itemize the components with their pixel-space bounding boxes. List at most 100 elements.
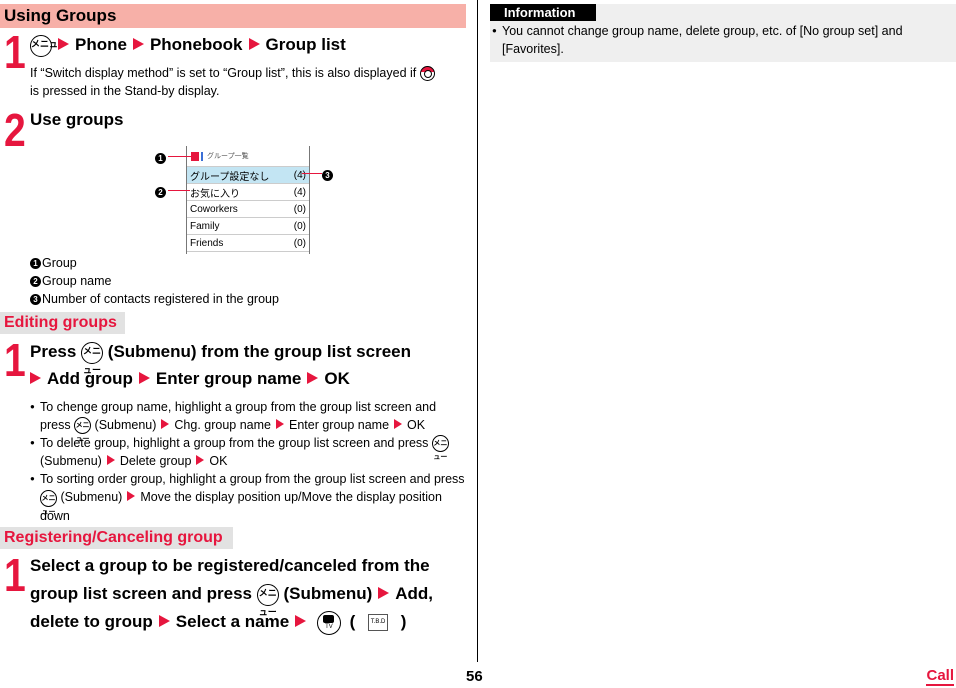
arrow-icon xyxy=(106,455,115,466)
bullet-text: (Submenu) xyxy=(60,490,123,505)
chapter-link-call[interactable]: Call xyxy=(926,668,954,686)
path-item: OK xyxy=(209,454,228,469)
bullet-text: To delete group, highlight a group from … xyxy=(40,436,429,451)
page-number: 56 xyxy=(466,668,483,685)
legend-text: Number of contacts registered in the gro… xyxy=(42,292,279,306)
legend-badge: 1 xyxy=(30,258,41,270)
path-item: Enter group name xyxy=(155,369,302,388)
step-text: Select a group to be registered/canceled… xyxy=(30,556,430,575)
bullet-text: To sorting order group, highlight a grou… xyxy=(40,472,465,487)
group-icon-bar xyxy=(201,151,203,161)
legend-item: 1 Group xyxy=(30,254,279,272)
path-item: Group list xyxy=(265,35,346,54)
arrow-icon xyxy=(161,419,170,429)
group-count: (4) xyxy=(293,186,306,198)
callout-line xyxy=(168,156,192,157)
step-text: delete to group xyxy=(30,612,153,631)
callout-1: 1 xyxy=(155,150,167,168)
step-number: 1 xyxy=(4,549,26,601)
group-list-screenshot: グループ一覧 グループ設定なし (4) お気に入り (4) Coworkers (0) Fa… xyxy=(186,146,310,254)
legend-text: Group name xyxy=(42,274,112,288)
note-text: If “Switch display method” is set to “Gr… xyxy=(30,66,417,80)
bullet-item: To delete group, highlight a group from … xyxy=(30,434,466,470)
step-text: Add, xyxy=(395,584,434,603)
legend-badge: 2 xyxy=(30,276,41,288)
arrow-icon xyxy=(394,419,403,429)
step-title: Use groups xyxy=(30,110,124,129)
paren: ) xyxy=(400,612,407,631)
step-text: Press xyxy=(30,342,77,361)
information-notes: You cannot change group name, delete gro… xyxy=(492,22,948,58)
step-note: If “Switch display method” is set to “Gr… xyxy=(30,64,466,100)
group-name: Friends xyxy=(190,237,224,249)
group-list-row: Coworkers (0) xyxy=(187,201,309,218)
menu-key-icon: メニュー xyxy=(40,489,57,516)
editing-notes: To chenge group name, highlight a group … xyxy=(30,398,466,525)
legend: 1 Group 2 Group name 3 Number of contacts r… xyxy=(30,254,279,308)
arrow-icon xyxy=(127,491,136,502)
step-instruction: Select a group to be registered/canceled… xyxy=(30,552,470,636)
legend-item: 2 Group name xyxy=(30,272,279,290)
arrow-icon xyxy=(295,615,307,627)
callout-line xyxy=(168,190,190,191)
callout-badge: 1 xyxy=(155,153,166,165)
path-item: Phone xyxy=(75,35,127,54)
menu-key-icon: メニュー xyxy=(81,341,104,376)
arrow-icon xyxy=(158,615,170,627)
tbd-icon: T.B.D xyxy=(368,614,389,632)
information-header: Information xyxy=(490,4,596,21)
section-header-editing-groups: Editing groups xyxy=(0,312,125,334)
legend-item: 3 Number of contacts registered in the gr… xyxy=(30,290,279,308)
step-text: (Submenu) from the group list screen xyxy=(107,342,411,361)
menu-key-icon: メニュー xyxy=(431,435,449,461)
bullet-item: To sorting order group, highlight a grou… xyxy=(30,470,466,524)
callout-badge: 2 xyxy=(155,187,166,199)
group-count: (4) xyxy=(293,169,306,181)
legend-badge: 3 xyxy=(30,294,41,306)
navigation-key-icon xyxy=(419,66,435,82)
column-divider xyxy=(477,0,478,662)
screen-title-text: グループ一覧 xyxy=(207,153,249,160)
step-number: 1 xyxy=(4,26,26,78)
group-count: (0) xyxy=(293,237,306,249)
arrow-icon xyxy=(30,372,41,384)
paren: ( xyxy=(349,612,356,631)
arrow-icon xyxy=(58,38,69,50)
group-list-row: お気に入り (4) xyxy=(187,184,309,201)
arrow-icon xyxy=(248,38,260,50)
step-number: 2 xyxy=(4,104,26,156)
camera-key-label: TV xyxy=(325,623,333,630)
step-text: Select a name xyxy=(175,612,290,631)
callout-2: 2 xyxy=(155,184,167,202)
group-icon xyxy=(191,151,199,161)
step-instruction: メニュー Phone Phonebook Group list xyxy=(30,31,346,58)
arrow-icon xyxy=(275,419,284,429)
path-item: Delete group xyxy=(119,454,192,469)
arrow-icon xyxy=(138,372,150,384)
step-number: 1 xyxy=(4,334,26,386)
callout-badge: 3 xyxy=(322,170,333,182)
group-name: Coworkers xyxy=(190,203,238,215)
section-header-using-groups: Using Groups xyxy=(0,4,466,28)
menu-key-icon: メニュー xyxy=(256,583,279,618)
arrow-icon xyxy=(307,372,319,384)
screen-title: グループ一覧 xyxy=(187,146,309,167)
group-name: Family xyxy=(190,220,220,232)
section-header-registering-group: Registering/Canceling group xyxy=(0,527,233,549)
bullet-item: To chenge group name, highlight a group … xyxy=(30,398,466,443)
legend-text: Group xyxy=(42,256,77,270)
note-text: is pressed in the Stand-by display. xyxy=(30,84,220,98)
arrow-icon xyxy=(378,587,390,599)
group-list-row: Friends (0) xyxy=(187,235,309,252)
bullet-text: (Submenu) xyxy=(94,418,157,432)
group-list-row: Family (0) xyxy=(187,218,309,235)
menu-key-icon: メニュー xyxy=(74,417,92,443)
step-instruction: Press メニュー (Submenu) from the group list… xyxy=(30,338,470,392)
path-item: Enter group name xyxy=(288,418,390,432)
path-item: Add group xyxy=(47,369,133,388)
menu-key-icon: メニュー xyxy=(30,34,67,57)
bullet-text: (Submenu) xyxy=(40,454,102,469)
group-list-row: グループ設定なし (4) xyxy=(187,167,309,184)
bullet-item: You cannot change group name, delete gro… xyxy=(492,22,948,58)
group-name: グループ設定なし xyxy=(190,171,270,183)
